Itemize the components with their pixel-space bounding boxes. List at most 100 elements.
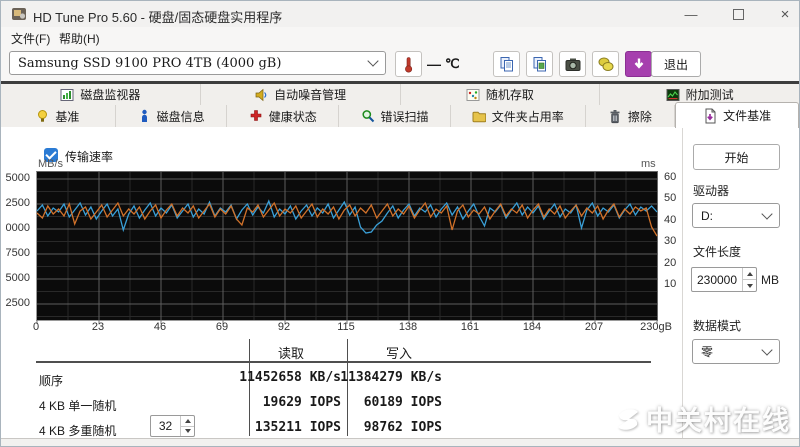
tab-disk-info[interactable]: 磁盘信息	[116, 105, 228, 127]
exit-button[interactable]: 退出	[651, 51, 701, 77]
tab-label: 基准	[55, 108, 79, 125]
drive-select-value: Samsung SSD 9100 PRO 4TB (4000 gB)	[18, 56, 369, 71]
file-length-stepper[interactable]: 230000	[691, 267, 757, 292]
screenshot-button[interactable]	[559, 51, 586, 77]
save-results-button[interactable]	[625, 51, 652, 77]
left-axis-tick: 2500	[6, 297, 30, 309]
up-arrow-icon	[185, 419, 191, 423]
minimize-icon: —	[685, 7, 698, 22]
down-arrow-icon	[747, 284, 753, 288]
tab-noise-management[interactable]: 自动噪音管理	[201, 84, 401, 105]
zol-watermark: 中关村在线	[614, 399, 791, 438]
x-axis-tick: 184	[507, 321, 557, 333]
down-arrow-icon	[185, 429, 191, 433]
target-drive-select[interactable]: D:	[692, 203, 780, 228]
row-4kb-multi-label: 4 KB 多重随机	[39, 422, 116, 439]
menu-bar: 文件(F) 帮助(H)	[1, 27, 799, 48]
right-axis-tick: 50	[664, 192, 676, 204]
4kb-single-write-value: 60189 IOPS	[364, 395, 442, 410]
tab-benchmark[interactable]: 基准	[1, 105, 116, 127]
left-axis-tick: 5000	[6, 172, 30, 184]
chevron-down-icon	[761, 208, 772, 219]
4kb-multi-read-value: 135211 IOPS	[255, 420, 341, 435]
drive-select-dropdown[interactable]: Samsung SSD 9100 PRO 4TB (4000 gB)	[9, 51, 386, 75]
tab-label: 健康状态	[269, 108, 317, 125]
data-mode-select[interactable]: 零	[692, 339, 780, 364]
file-benchmark-panel: 传输速率 MB/s ms 500025000000750050002500 60…	[1, 127, 799, 447]
tab-label: 擦除	[628, 108, 652, 125]
drive-label: 驱动器	[693, 182, 729, 199]
app-icon	[11, 6, 27, 22]
right-axis-tick: 40	[664, 214, 676, 226]
chart-canvas	[37, 172, 657, 320]
close-button[interactable]: ×	[763, 1, 800, 27]
tab-random-access[interactable]: 随机存取	[401, 84, 601, 105]
menu-file[interactable]: 文件(F)	[11, 30, 50, 47]
queue-depth-stepper[interactable]: 32	[150, 415, 195, 437]
right-axis-tick: 20	[664, 257, 676, 269]
camera-icon	[564, 57, 582, 72]
download-arrow-icon	[631, 56, 647, 72]
right-axis-unit: ms	[641, 158, 656, 170]
file-length-value: 230000	[692, 268, 742, 291]
right-axis-tick: 60	[664, 171, 676, 183]
zol-watermark-text: 中关村在线	[646, 399, 791, 438]
maximize-button[interactable]	[716, 1, 760, 27]
copy-image-icon	[531, 56, 549, 73]
thermometer-icon	[403, 56, 414, 73]
stepper-arrows[interactable]	[742, 268, 756, 291]
folder-icon	[472, 109, 486, 123]
close-icon: ×	[781, 6, 790, 23]
zol-logo-icon	[614, 403, 644, 435]
tab-label: 文件基准	[723, 107, 771, 124]
minimize-button[interactable]: —	[669, 1, 713, 27]
file-length-unit: MB	[761, 273, 779, 287]
health-cross-icon	[249, 109, 263, 123]
trash-icon	[608, 109, 622, 124]
file-benchmark-icon	[703, 108, 717, 124]
left-axis-tick: 2500	[6, 197, 30, 209]
sequential-write-value: 11384279 KB/s	[340, 370, 442, 385]
data-mode-value: 零	[701, 343, 763, 360]
tab-label: 磁盘信息	[157, 108, 205, 125]
copy-image-button[interactable]	[526, 51, 553, 77]
queue-depth-value: 32	[151, 416, 180, 436]
temperature-button[interactable]	[395, 51, 422, 77]
x-axis-tick: 161	[445, 321, 495, 333]
tab-label: 随机存取	[486, 86, 534, 103]
right-axis-tick: 10	[664, 278, 676, 290]
tab-label: 磁盘监视器	[80, 86, 140, 103]
tab-folder-usage[interactable]: 文件夹占用率	[451, 105, 586, 127]
tab-file-benchmark[interactable]: 文件基准	[675, 102, 799, 128]
registration-button[interactable]	[592, 51, 619, 77]
toolbar: Samsung SSD 9100 PRO 4TB (4000 gB) — ℃	[1, 47, 799, 81]
tab-error-scan[interactable]: 错误扫描	[339, 105, 451, 127]
tab-erase[interactable]: 擦除	[586, 105, 676, 127]
hd-tune-window: HD Tune Pro 5.60 - 硬盘/固态硬盘实用程序 — × 文件(F)…	[0, 0, 800, 447]
temperature-unit: ℃	[445, 56, 460, 72]
magnifier-icon	[361, 109, 375, 123]
tab-health-status[interactable]: 健康状态	[227, 105, 339, 127]
transfer-rate-label: 传输速率	[65, 148, 113, 165]
copy-text-icon	[498, 56, 516, 73]
chevron-down-icon	[761, 344, 772, 355]
x-axis-tick: 138	[383, 321, 433, 333]
right-axis-tick: 30	[664, 235, 676, 247]
left-axis-unit: MB/s	[38, 158, 63, 170]
table-divider-2	[347, 339, 348, 436]
copy-text-button[interactable]	[493, 51, 520, 77]
left-axis-tick: 5000	[6, 272, 30, 284]
stepper-arrows[interactable]	[180, 416, 194, 436]
read-column-header: 读取	[278, 343, 304, 362]
data-mode-label: 数据模式	[693, 317, 741, 334]
start-button[interactable]: 开始	[693, 144, 780, 170]
row-4kb-single-label: 4 KB 单一随机	[39, 397, 116, 414]
menu-help[interactable]: 帮助(H)	[59, 30, 100, 47]
left-axis-tick: 7500	[6, 247, 30, 259]
extra-tests-icon	[666, 88, 680, 102]
x-axis-tick: 92	[259, 321, 309, 333]
tab-label: 附加测试	[686, 86, 734, 103]
tab-label: 错误扫描	[381, 108, 429, 125]
tab-disk-monitor[interactable]: 磁盘监视器	[1, 84, 201, 105]
x-axis-tick: 115	[321, 321, 371, 333]
